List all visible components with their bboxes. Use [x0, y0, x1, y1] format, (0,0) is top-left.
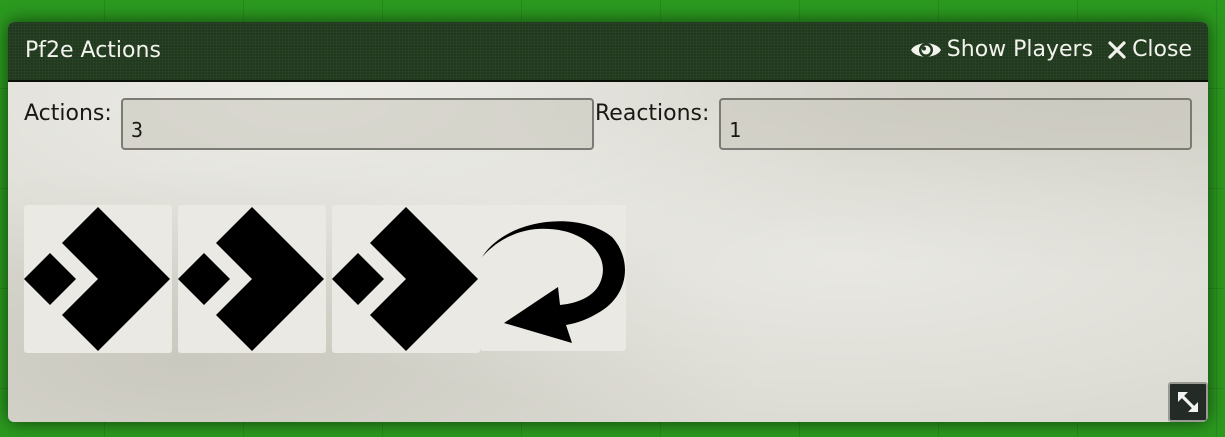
action-tile[interactable] [178, 205, 326, 353]
window-title: Pf2e Actions [25, 38, 161, 63]
close-button[interactable]: Close [1107, 36, 1192, 64]
actions-input[interactable] [121, 98, 594, 150]
reaction-tile[interactable] [480, 205, 626, 351]
resize-icon [1178, 392, 1198, 412]
reaction-icon [482, 221, 625, 343]
action-tiles [24, 205, 644, 353]
action-tile[interactable] [24, 205, 172, 353]
actions-label: Actions: [24, 101, 112, 126]
single-action-icon [24, 207, 170, 351]
action-tile[interactable] [332, 205, 480, 353]
show-players-button[interactable]: Show Players [910, 36, 1093, 64]
reactions-input[interactable] [719, 98, 1192, 150]
pf2e-actions-window: Pf2e Actions Show Players Close Actions:… [8, 22, 1208, 422]
single-action-icon [332, 207, 478, 351]
header-controls: Show Players Close [910, 36, 1192, 64]
close-label: Close [1132, 37, 1192, 62]
reactions-label: Reactions: [595, 101, 710, 126]
window-header[interactable]: Pf2e Actions Show Players Close [8, 22, 1208, 82]
single-action-icon [178, 207, 324, 351]
close-icon [1107, 40, 1132, 60]
eye-icon [910, 38, 947, 62]
show-players-label: Show Players [946, 37, 1094, 62]
resize-handle[interactable] [1168, 382, 1208, 422]
